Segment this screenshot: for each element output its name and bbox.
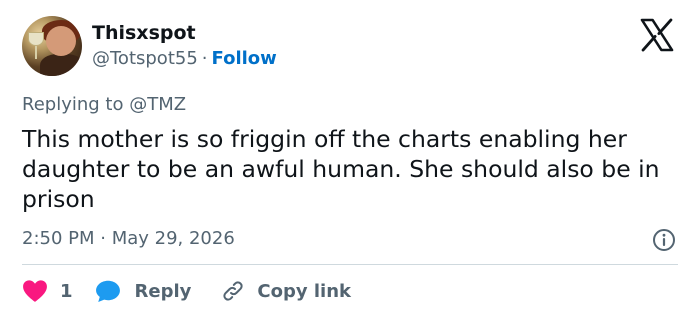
tweet-card: Thisxspot @Totspot55 · Follow Replying to … [0,0,700,318]
avatar[interactable] [22,16,82,76]
speech-bubble-icon [95,280,120,303]
action-bar: 1 Reply Copy link [22,276,351,306]
user-handle[interactable]: @Totspot55 [92,48,198,69]
follow-button[interactable]: Follow [212,48,277,69]
display-name[interactable]: Thisxspot [92,22,196,44]
mention-link[interactable]: @TMZ [129,94,186,115]
replying-to: Replying to @TMZ [22,94,186,116]
like-button[interactable]: 1 [22,279,73,303]
copy-link-label: Copy link [257,280,351,302]
copy-link-button[interactable]: Copy link [221,279,351,303]
info-icon[interactable] [652,228,676,252]
reply-button[interactable]: Reply [95,279,192,303]
handle-row: @Totspot55 · Follow [92,48,277,70]
replying-to-label: Replying to [22,94,130,115]
heart-icon [23,280,47,302]
x-logo-icon[interactable] [638,16,676,54]
link-icon [223,281,244,301]
tweet-text: This mother is so friggin off the charts… [22,125,660,213]
reply-label: Reply [134,280,192,302]
like-count: 1 [60,280,73,302]
timestamp[interactable]: 2:50 PM · May 29, 2026 [22,228,235,250]
separator-dot: · [201,48,208,69]
divider [22,264,678,265]
